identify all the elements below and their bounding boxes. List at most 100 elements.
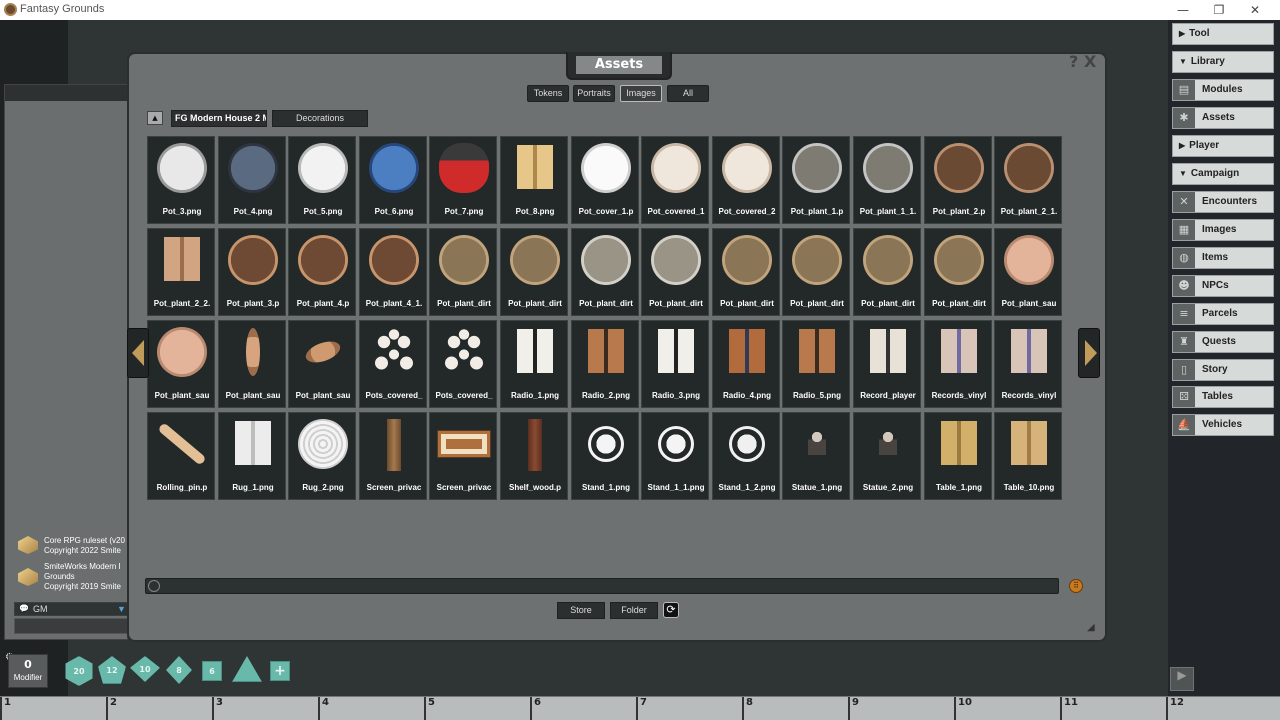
asset-tile[interactable]: Pot_cover_1.p (571, 136, 639, 224)
hotkey-slot[interactable]: 3 (212, 697, 318, 720)
sidebar-item-vehicles[interactable]: ⛵ Vehicles (1172, 414, 1274, 436)
asset-tile[interactable]: Pot_5.png (288, 136, 356, 224)
asset-tile[interactable]: Pot_6.png (359, 136, 427, 224)
sidebar-item-tables[interactable]: ⚄ Tables (1172, 386, 1274, 408)
asset-tile[interactable]: Pot_3.png (147, 136, 215, 224)
asset-tile[interactable]: Pot_plant_dirt (500, 228, 568, 316)
asset-tile[interactable]: Pot_plant_dirt (641, 228, 709, 316)
asset-tile[interactable]: Statue_2.png (853, 412, 921, 500)
help-button[interactable]: ? (1069, 52, 1078, 71)
sidebar-header-library[interactable]: ▼ Library (1172, 51, 1274, 73)
asset-tile[interactable]: Pot_8.png (500, 136, 568, 224)
sidebar-item-quests[interactable]: ♜ Quests (1172, 331, 1274, 353)
hotkey-slot[interactable]: 11 (1060, 697, 1166, 720)
folder-button[interactable]: Folder (610, 602, 658, 619)
asset-tile[interactable]: Pot_covered_1 (641, 136, 709, 224)
breadcrumb-folder[interactable]: FG Modern House 2 Ma (171, 110, 267, 127)
hotkey-slot[interactable]: 7 (636, 697, 742, 720)
hotkey-slot[interactable]: 1 (0, 697, 106, 720)
sidebar-header-tool[interactable]: ▶ Tool (1172, 23, 1274, 45)
asset-tile[interactable]: Pots_covered_ (359, 320, 427, 408)
asset-tile[interactable]: Record_player (853, 320, 921, 408)
asset-tile[interactable]: Pot_plant_2.p (924, 136, 992, 224)
asset-tile[interactable]: Records_vinyl (994, 320, 1062, 408)
asset-tile[interactable]: Shelf_wood.p (500, 412, 568, 500)
hotkey-slot[interactable]: 8 (742, 697, 848, 720)
chat-identity-selector[interactable]: 💬 GM ▼ (14, 602, 128, 616)
hotkey-slot[interactable]: 5 (424, 697, 530, 720)
asset-tile[interactable]: Pot_plant_dirt (782, 228, 850, 316)
filter-tokens[interactable]: Tokens (527, 85, 569, 102)
asset-tile[interactable]: Pot_plant_2_2. (147, 228, 215, 316)
sidebar-item-story[interactable]: ▯ Story (1172, 359, 1274, 381)
asset-tile[interactable]: Pot_plant_dirt (924, 228, 992, 316)
asset-tile[interactable]: Pots_covered_ (429, 320, 497, 408)
asset-tile[interactable]: Pot_7.png (429, 136, 497, 224)
add-die-button[interactable]: + (270, 661, 290, 681)
refresh-icon[interactable]: ⟳ (663, 602, 679, 618)
asset-tile[interactable]: Pot_plant_2_1. (994, 136, 1062, 224)
asset-tile[interactable]: Pot_plant_sau (218, 320, 286, 408)
asset-tile[interactable]: Pot_plant_sau (288, 320, 356, 408)
sidebar-header-player[interactable]: ▶ Player (1172, 135, 1274, 157)
asset-tile[interactable]: Pot_plant_dirt (853, 228, 921, 316)
next-page-button[interactable] (1078, 328, 1100, 378)
asset-tile[interactable]: Pot_plant_4_1. (359, 228, 427, 316)
asset-tile[interactable]: Screen_privac (429, 412, 497, 500)
asset-tile[interactable]: Radio_4.png (712, 320, 780, 408)
asset-tile[interactable]: Pot_plant_dirt (429, 228, 497, 316)
asset-tile[interactable]: Pot_4.png (218, 136, 286, 224)
grid-view-icon[interactable]: ⠿ (1069, 579, 1083, 593)
play-icon[interactable]: ▶ (1170, 667, 1194, 691)
hotkey-slot[interactable]: 10 (954, 697, 1060, 720)
hotkey-slot[interactable]: 9 (848, 697, 954, 720)
asset-tile[interactable]: Records_vinyl (924, 320, 992, 408)
asset-tile[interactable]: Radio_3.png (641, 320, 709, 408)
search-input[interactable] (145, 578, 1059, 594)
hotkey-slot[interactable]: 4 (318, 697, 424, 720)
asset-tile[interactable]: Stand_1_1.png (641, 412, 709, 500)
close-window-button[interactable]: ✕ (1240, 1, 1270, 19)
asset-tile[interactable]: Pot_plant_dirt (712, 228, 780, 316)
asset-tile[interactable]: Pot_plant_sau (994, 228, 1062, 316)
sidebar-item-parcels[interactable]: ≡ Parcels (1172, 303, 1274, 325)
asset-tile[interactable]: Pot_plant_1_1. (853, 136, 921, 224)
asset-tile[interactable]: Pot_plant_3.p (218, 228, 286, 316)
sidebar-item-modules[interactable]: ▤ Modules (1172, 79, 1274, 101)
sidebar-item-items[interactable]: ◍ Items (1172, 247, 1274, 269)
folder-up-button[interactable]: ▲ (147, 111, 163, 125)
asset-tile[interactable]: Pot_plant_4.p (288, 228, 356, 316)
asset-tile[interactable]: Rolling_pin.p (147, 412, 215, 500)
prev-page-button[interactable] (127, 328, 149, 378)
asset-tile[interactable]: Rug_2.png (288, 412, 356, 500)
asset-tile[interactable]: Stand_1.png (571, 412, 639, 500)
close-button[interactable]: X (1084, 52, 1096, 71)
asset-tile[interactable]: Radio_2.png (571, 320, 639, 408)
asset-tile[interactable]: Table_1.png (924, 412, 992, 500)
asset-tile[interactable]: Statue_1.png (782, 412, 850, 500)
asset-tile[interactable]: Stand_1_2.png (712, 412, 780, 500)
asset-tile[interactable]: Pot_covered_2 (712, 136, 780, 224)
asset-tile[interactable]: Table_10.png (994, 412, 1062, 500)
asset-tile[interactable]: Pot_plant_dirt (571, 228, 639, 316)
hotkey-slot[interactable]: 2 (106, 697, 212, 720)
modifier-box[interactable]: 0 Modifier (8, 654, 48, 688)
asset-tile[interactable]: Rug_1.png (218, 412, 286, 500)
store-button[interactable]: Store (557, 602, 605, 619)
filter-portraits[interactable]: Portraits (573, 85, 615, 102)
minimize-button[interactable]: — (1168, 1, 1198, 19)
sidebar-item-assets[interactable]: ✱ Assets (1172, 107, 1274, 129)
filter-images[interactable]: Images (620, 85, 662, 102)
asset-tile[interactable]: Screen_privac (359, 412, 427, 500)
chat-input[interactable] (14, 618, 128, 634)
resize-grip-icon[interactable]: ◢ (1087, 622, 1099, 634)
hotkey-slot[interactable]: 6 (530, 697, 636, 720)
hotkey-slot[interactable]: 12 (1166, 697, 1280, 720)
asset-tile[interactable]: Pot_plant_1.p (782, 136, 850, 224)
filter-all[interactable]: All (667, 85, 709, 102)
sidebar-item-encounters[interactable]: ✕ Encounters (1172, 191, 1274, 213)
d6-die[interactable]: 6 (202, 661, 222, 681)
breadcrumb-subfolder[interactable]: Decorations (272, 110, 368, 127)
asset-tile[interactable]: Pot_plant_sau (147, 320, 215, 408)
asset-tile[interactable]: Radio_5.png (782, 320, 850, 408)
